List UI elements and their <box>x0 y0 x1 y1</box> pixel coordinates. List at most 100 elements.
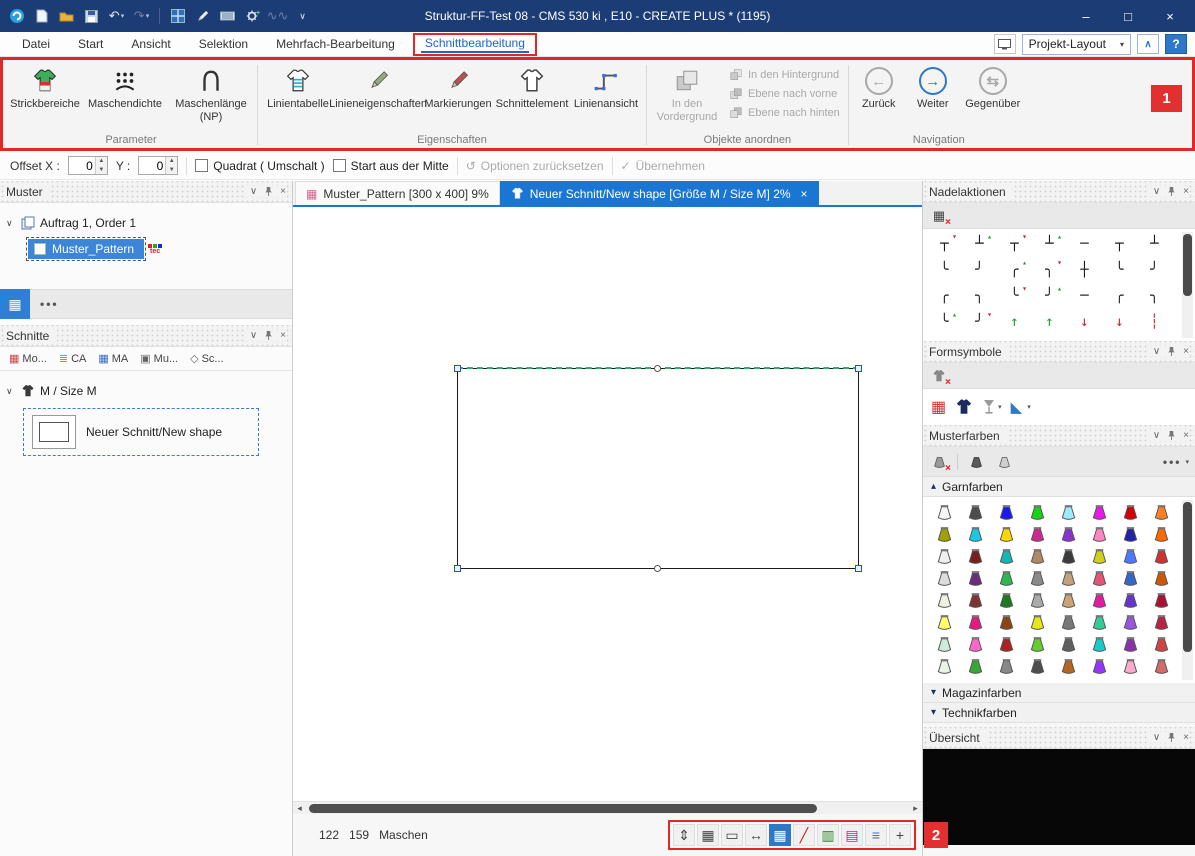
vertical-scrollbar[interactable] <box>1182 500 1193 680</box>
needle-action-icon[interactable]: ╮ <box>1137 283 1172 309</box>
yarn-color-swatch[interactable] <box>1146 633 1177 655</box>
magazinfarben-section-header[interactable]: ▾ Magazinfarben <box>923 683 1195 703</box>
needle-action-icon[interactable]: ┴▴ <box>1032 231 1067 257</box>
yarn-new-icon[interactable] <box>994 452 1014 472</box>
linieneigenschaften-button[interactable]: Linieneigenschaften <box>336 64 420 113</box>
yarn-color-swatch[interactable] <box>1115 501 1146 523</box>
chevron-down-icon[interactable]: ∨ <box>1153 346 1160 357</box>
pin-icon[interactable] <box>1167 346 1176 357</box>
goblet-tool-icon[interactable]: ▾ <box>982 399 1002 415</box>
yarn-color-swatch[interactable] <box>991 633 1022 655</box>
vertical-scrollbar[interactable] <box>1182 232 1193 338</box>
yarn-color-swatch[interactable] <box>1022 611 1053 633</box>
needle-action-icon[interactable]: ╮▾ <box>1032 257 1067 283</box>
drawing-canvas[interactable] <box>293 207 922 801</box>
yarn-color-swatch[interactable] <box>991 655 1022 677</box>
more-colors-button[interactable]: ••• <box>1163 455 1182 469</box>
pin-icon[interactable] <box>1167 186 1176 197</box>
offset-y-input[interactable] <box>139 157 165 174</box>
yarn-color-swatch[interactable] <box>929 545 960 567</box>
pattern-grid-icon[interactable]: ▦ <box>697 824 719 846</box>
tab-neuer-schnitt[interactable]: Neuer Schnitt/New shape [Größe M / Size … <box>500 181 819 205</box>
needle-action-icon[interactable]: ↑ <box>1032 309 1067 335</box>
linientabelle-button[interactable]: Linientabelle <box>262 64 334 113</box>
maximize-button[interactable]: □ <box>1107 0 1149 32</box>
needle-action-icon[interactable]: ╰ <box>1102 257 1137 283</box>
needle-action-icon[interactable]: ┬ <box>1102 231 1137 257</box>
tab-muster-pattern[interactable]: ▦ Muster_Pattern [300 x 400] 9% <box>295 181 500 205</box>
yarn-color-swatch[interactable] <box>1053 655 1084 677</box>
cutter-icon[interactable]: ╱ <box>793 824 815 846</box>
muster-pattern-item[interactable]: Muster_Pattern <box>28 239 144 259</box>
yarn-color-swatch[interactable] <box>1115 589 1146 611</box>
needle-action-icon[interactable]: ↓ <box>1067 309 1102 335</box>
tab-mu[interactable]: ▣Mu... <box>135 350 183 367</box>
yarn-color-swatch[interactable] <box>991 523 1022 545</box>
tab-ma[interactable]: ▦MA <box>93 350 133 367</box>
yarn-color-swatch[interactable] <box>1146 589 1177 611</box>
yarn-color-swatch[interactable] <box>1053 633 1084 655</box>
yarn-color-swatch[interactable] <box>1084 633 1115 655</box>
yarn-color-swatch[interactable] <box>1146 611 1177 633</box>
tab-sc[interactable]: ◇Sc... <box>185 350 228 367</box>
yarn-color-swatch[interactable] <box>960 545 991 567</box>
pin-icon[interactable] <box>264 330 273 341</box>
ebene-hinten-button[interactable]: Ebene nach hinten <box>729 106 840 120</box>
minimize-button[interactable]: – <box>1065 0 1107 32</box>
yarn-color-swatch[interactable] <box>1053 501 1084 523</box>
yarn-color-swatch[interactable] <box>1022 589 1053 611</box>
handle-bottom-left[interactable] <box>454 565 461 572</box>
hintergrund-button[interactable]: In den Hintergrund <box>729 68 840 82</box>
needle-action-icon[interactable]: ┆ <box>1137 309 1172 335</box>
yarn-color-swatch[interactable] <box>929 611 960 633</box>
ribbon-collapse-button[interactable]: ∧ <box>1137 34 1159 54</box>
yarn-color-swatch[interactable] <box>960 523 991 545</box>
schnittelement-button[interactable]: Schnittelement <box>496 64 568 113</box>
scrollbar-thumb[interactable] <box>309 804 817 813</box>
yarn-color-swatch[interactable] <box>960 655 991 677</box>
maschendichte-button[interactable]: Maschendichte <box>83 64 167 113</box>
yarn-color-swatch[interactable] <box>991 589 1022 611</box>
yarn-color-swatch[interactable] <box>1115 545 1146 567</box>
neuer-schnitt-item[interactable]: Neuer Schnitt/New shape <box>26 411 256 453</box>
yarn-color-swatch[interactable] <box>1022 501 1053 523</box>
pin-icon[interactable] <box>264 186 273 197</box>
yarn-color-swatch[interactable] <box>1115 633 1146 655</box>
start-mitte-checkbox[interactable] <box>333 159 346 172</box>
shape-rectangle[interactable] <box>457 368 859 569</box>
color-table-icon[interactable]: ▥ <box>817 824 839 846</box>
grid-view-button[interactable]: ▦ <box>0 289 30 319</box>
more-options-button[interactable]: ••• <box>40 297 59 311</box>
needle-action-icon[interactable]: ╭▴ <box>997 257 1032 283</box>
yarn-color-swatch[interactable] <box>960 567 991 589</box>
offset-y-stepper[interactable]: ▲▼ <box>138 156 178 175</box>
layout-monitor-icon[interactable] <box>994 34 1016 54</box>
clear-form-symbol-icon[interactable]: × <box>929 366 949 386</box>
yarn-color-swatch[interactable] <box>960 633 991 655</box>
close-icon[interactable]: × <box>1183 186 1189 197</box>
spinner-down-icon[interactable]: ▼ <box>96 166 107 175</box>
triangle-tool-icon[interactable]: ◣▾ <box>1011 398 1031 416</box>
open-folder-icon[interactable] <box>55 5 78 28</box>
close-icon[interactable]: × <box>1183 346 1189 357</box>
yarn-color-swatch[interactable] <box>1084 545 1115 567</box>
chevron-down-icon[interactable]: ∨ <box>1153 732 1160 743</box>
yarn-color-swatch[interactable] <box>991 501 1022 523</box>
yarn-color-swatch[interactable] <box>929 523 960 545</box>
menu-selektion[interactable]: Selektion <box>185 35 262 53</box>
undo-icon[interactable]: ↶▾ <box>105 5 128 28</box>
menu-schnittbearbeitung[interactable]: Schnittbearbeitung <box>421 35 529 53</box>
line-list-icon[interactable]: ≡ <box>865 824 887 846</box>
handle-bottom-middle[interactable] <box>654 565 661 572</box>
yarn-color-swatch[interactable] <box>1115 567 1146 589</box>
muster-tree-root[interactable]: ∨ Auftrag 1, Order 1 <box>6 211 288 235</box>
height-measure-icon[interactable]: ⇕ <box>673 824 695 846</box>
pattern-editor-icon[interactable] <box>166 5 189 28</box>
yarn-color-swatch[interactable] <box>1084 655 1115 677</box>
yarn-color-swatch[interactable] <box>1115 611 1146 633</box>
needle-action-icon[interactable]: ┴ <box>1137 231 1172 257</box>
handle-top-left[interactable] <box>454 365 461 372</box>
needle-action-icon[interactable]: ┬▾ <box>927 231 962 257</box>
yarn-color-swatch[interactable] <box>1115 655 1146 677</box>
move-tool-icon[interactable]: + <box>889 824 911 846</box>
